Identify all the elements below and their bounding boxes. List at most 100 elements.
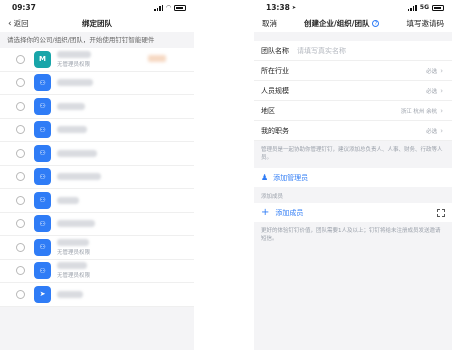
add-member-button[interactable]: + 添加成员	[254, 203, 452, 222]
add-member-label: 添加成员	[275, 208, 304, 217]
list-item[interactable]: ➤	[0, 283, 194, 307]
signal-icon	[154, 4, 164, 11]
back-label: 返回	[13, 19, 29, 28]
list-item[interactable]: M 无管理员权限	[0, 48, 194, 72]
blurred-tag	[148, 55, 166, 62]
org-logo: ⚇	[34, 262, 51, 280]
add-admin-label: 添加管理员	[273, 173, 309, 182]
blurred-org-name	[57, 50, 91, 58]
blurred-org-name	[57, 238, 89, 246]
radio-button[interactable]	[16, 266, 25, 276]
list-item[interactable]: ⚇ 无管理员权限	[0, 260, 194, 283]
add-admin-button[interactable]: ♟ 添加管理员	[254, 168, 452, 187]
radio-button[interactable]	[16, 78, 25, 88]
screenshot-gap	[194, 0, 254, 350]
role-row[interactable]: 我的职务 必选 ›	[254, 121, 452, 141]
page-title: 绑定团队	[82, 19, 112, 28]
radio-button[interactable]	[16, 195, 25, 205]
radio-button[interactable]	[16, 148, 25, 158]
radio-button[interactable]	[16, 125, 25, 135]
list-item[interactable]: ⚇	[0, 119, 194, 142]
list-item[interactable]: ⚇	[0, 142, 194, 166]
members-footnote: 更好的体验钉钉价值，团队需要1人及以上；钉钉将给未注册成员发送邀请短信。	[261, 228, 441, 242]
org-logo: ⚇	[34, 121, 51, 139]
org-logo: ⚇	[34, 168, 51, 186]
members-section-label: 添加成员	[261, 194, 284, 200]
blurred-org-name	[57, 79, 93, 87]
radio-button[interactable]	[16, 101, 25, 111]
bind-team-screen: 09:37 ◠ ‹ 返回 绑定团队 请选择你的公司/组织/团队，开始使用钉钉智能…	[0, 0, 194, 350]
list-item[interactable]: ⚇	[0, 95, 194, 119]
back-button[interactable]: ‹ 返回	[8, 18, 29, 29]
size-row[interactable]: 人员规模 必选 ›	[254, 81, 452, 101]
blurred-org-name	[57, 173, 101, 181]
org-logo: M	[34, 50, 51, 68]
blurred-org-name	[57, 290, 83, 298]
list-item[interactable]: ⚇ 无管理员权限	[0, 236, 194, 260]
radio-button[interactable]	[16, 289, 25, 299]
radio-button[interactable]	[16, 219, 25, 229]
nav-bar: ‹ 返回 绑定团队	[0, 15, 194, 32]
blurred-org-name	[57, 102, 85, 110]
blurred-org-name	[57, 220, 95, 228]
org-logo: ⚇	[34, 238, 51, 256]
org-subtitle: 无管理员权限	[57, 61, 91, 68]
plus-icon: +	[261, 206, 270, 218]
org-logo: ⚇	[34, 215, 51, 233]
size-label: 人员规模	[261, 86, 289, 95]
role-value: 必选	[426, 128, 438, 135]
blurred-org-name	[57, 149, 97, 157]
org-list: M 无管理员权限 ⚇ ⚇ ⚇ ⚇ ⚇ ⚇ ⚇ ⚇ 无管理员权限 ⚇ 无管理员权限…	[0, 48, 194, 307]
list-item[interactable]: ⚇	[0, 166, 194, 189]
chevron-right-icon: ›	[440, 66, 443, 75]
org-subtitle: 无管理员权限	[57, 249, 91, 256]
industry-row[interactable]: 所在行业 必选 ›	[254, 61, 452, 81]
org-logo: ➤	[34, 285, 51, 303]
blurred-org-name	[57, 262, 87, 270]
status-bar: 09:37 ◠	[0, 0, 194, 15]
wifi-icon: ◠	[166, 4, 171, 11]
team-name-label: 团队名称	[261, 46, 289, 55]
signal-icon	[407, 4, 417, 11]
org-logo: ⚇	[34, 97, 51, 115]
chevron-right-icon: ›	[440, 86, 443, 95]
org-logo: ⚇	[34, 74, 51, 92]
org-subtitle: 无管理员权限	[57, 273, 91, 280]
qr-code-icon[interactable]	[437, 208, 445, 217]
list-item[interactable]: ⚇	[0, 189, 194, 213]
nav-bar: 取消 创建企业/组织/团队 ? 填写邀请码	[254, 15, 452, 32]
help-icon[interactable]: ?	[372, 20, 380, 27]
location-arrow-icon: ➤	[291, 4, 297, 11]
chevron-left-icon: ‹	[8, 18, 12, 29]
chevron-right-icon: ›	[440, 106, 443, 115]
team-form: 团队名称 所在行业 必选› 人员规模 必选› 地区 浙江 杭州 余杭› 我的职务…	[254, 41, 452, 141]
org-logo: ⚇	[34, 191, 51, 209]
page-title: 创建企业/组织/团队	[304, 19, 370, 28]
network-label: 5G	[419, 4, 429, 11]
admin-person-icon: ♟	[261, 173, 269, 182]
list-item[interactable]: ⚇	[0, 72, 194, 95]
radio-button[interactable]	[16, 242, 25, 252]
blurred-org-name	[57, 126, 87, 134]
status-time: 09:37	[12, 3, 36, 12]
chevron-right-icon: ›	[440, 126, 443, 135]
region-row[interactable]: 地区 浙江 杭州 余杭 ›	[254, 101, 452, 121]
select-hint: 请选择你的公司/组织/团队，开始使用钉钉智能硬件	[0, 32, 194, 48]
blurred-org-name	[57, 196, 79, 204]
battery-icon	[174, 4, 186, 11]
size-value: 必选	[426, 88, 438, 95]
org-logo: ⚇	[34, 144, 51, 162]
radio-button[interactable]	[16, 172, 25, 182]
team-name-row: 团队名称	[254, 41, 452, 61]
role-label: 我的职务	[261, 126, 289, 135]
radio-button[interactable]	[16, 54, 25, 64]
region-label: 地区	[261, 106, 275, 115]
create-team-screen: 13:38 ➤ 5G 取消 创建企业/组织/团队 ? 填写邀请码 团队名称 所在…	[254, 0, 452, 350]
team-name-input[interactable]	[297, 46, 443, 55]
industry-value: 必选	[426, 68, 438, 75]
battery-icon	[432, 4, 444, 11]
status-time: 13:38	[266, 3, 290, 12]
invite-code-button[interactable]: 填写邀请码	[406, 18, 444, 29]
list-item[interactable]: ⚇	[0, 213, 194, 236]
cancel-button[interactable]: 取消	[262, 18, 277, 29]
